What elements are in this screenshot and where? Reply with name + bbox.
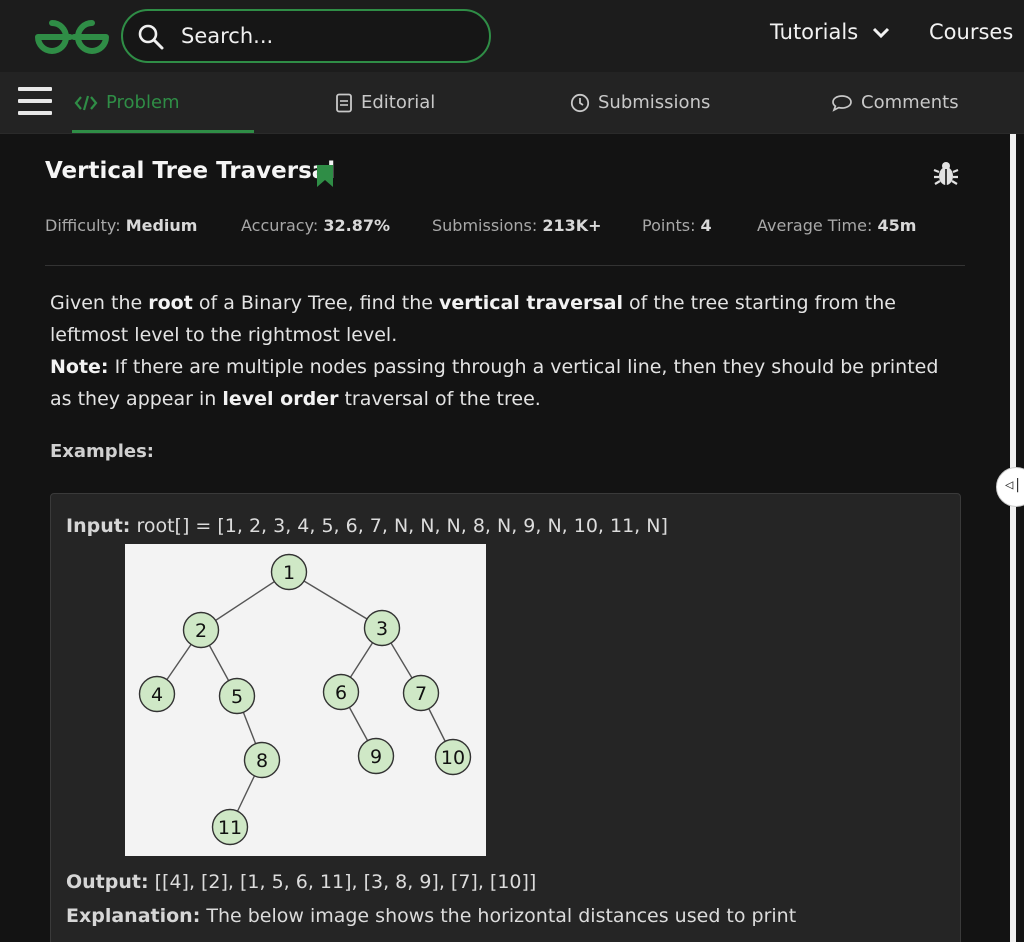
example-input: Input: root[] = [1, 2, 3, 4, 5, 6, 7, N,… bbox=[66, 515, 668, 537]
examples-heading: Examples: bbox=[50, 441, 154, 462]
nav-courses[interactable]: Courses bbox=[929, 20, 1013, 44]
meta-difficulty: Difficulty: Medium bbox=[45, 216, 198, 235]
tree-node: 4 bbox=[138, 675, 176, 713]
top-header: Search... Tutorials Courses bbox=[0, 0, 1024, 72]
code-icon bbox=[74, 95, 98, 110]
active-tab-indicator bbox=[72, 130, 254, 133]
tree-node: 3 bbox=[363, 609, 401, 647]
meta-points: Points: 4 bbox=[642, 216, 712, 235]
tab-comments-label: Comments bbox=[861, 92, 959, 113]
gfg-logo[interactable] bbox=[34, 18, 110, 56]
clock-icon bbox=[570, 93, 590, 112]
meta-accuracy: Accuracy: 32.87% bbox=[241, 216, 391, 235]
svg-text:6: 6 bbox=[335, 682, 347, 704]
search-box[interactable]: Search... bbox=[121, 9, 491, 63]
nav-courses-label: Courses bbox=[929, 20, 1014, 44]
problem-statement: Given the root of a Binary Tree, find th… bbox=[50, 292, 896, 346]
search-icon bbox=[138, 24, 164, 50]
chevron-down-icon bbox=[872, 27, 889, 39]
collapse-handle-icon[interactable]: ◁| bbox=[996, 467, 1024, 507]
search-input[interactable]: Search... bbox=[181, 24, 273, 48]
meta-average-time: Average Time: 45m bbox=[757, 216, 917, 235]
example-explanation: Explanation: The below image shows the h… bbox=[66, 905, 797, 927]
svg-text:3: 3 bbox=[376, 618, 388, 640]
tree-node: 6 bbox=[322, 673, 360, 711]
tab-comments[interactable]: Comments bbox=[831, 92, 959, 113]
hamburger-icon[interactable] bbox=[18, 87, 52, 117]
problem-title: Vertical Tree Traversal bbox=[45, 158, 336, 184]
tree-node: 1 bbox=[270, 553, 308, 591]
svg-text:4: 4 bbox=[151, 684, 163, 706]
tab-problem-label: Problem bbox=[106, 92, 180, 113]
example-output: Output: [[4], [2], [1, 5, 6, 11], [3, 8,… bbox=[66, 871, 537, 893]
tab-editorial[interactable]: Editorial bbox=[335, 92, 435, 113]
tree-node: 5 bbox=[218, 677, 256, 715]
bug-icon[interactable] bbox=[932, 160, 960, 188]
document-icon bbox=[336, 93, 352, 112]
svg-text:5: 5 bbox=[231, 686, 243, 708]
comment-icon bbox=[832, 94, 852, 112]
tree-node: 2 bbox=[182, 611, 220, 649]
tab-editorial-label: Editorial bbox=[361, 92, 436, 113]
tree-node: 7 bbox=[402, 674, 440, 712]
tree-node: 8 bbox=[243, 741, 281, 779]
svg-text:11: 11 bbox=[218, 817, 242, 839]
tree-node: 10 bbox=[434, 738, 472, 776]
bookmark-icon[interactable] bbox=[316, 164, 334, 188]
nav-tutorials-label: Tutorials bbox=[770, 20, 859, 44]
tree-node: 11 bbox=[211, 808, 249, 846]
svg-text:10: 10 bbox=[441, 747, 465, 769]
tab-submissions-label: Submissions bbox=[598, 92, 711, 113]
svg-text:9: 9 bbox=[370, 746, 382, 768]
problem-tabbar: Problem Editorial Submissions Comments bbox=[0, 72, 1024, 134]
panel-scrollbar[interactable] bbox=[1010, 134, 1016, 942]
divider bbox=[45, 265, 965, 266]
svg-text:2: 2 bbox=[195, 620, 207, 642]
meta-submissions: Submissions: 213K+ bbox=[432, 216, 602, 235]
svg-text:1: 1 bbox=[283, 562, 295, 584]
tab-problem[interactable]: Problem bbox=[74, 92, 180, 113]
example-tree-image: 1 2 3 4 5 6 7 8 9 10 11 bbox=[125, 544, 486, 856]
nav-tutorials[interactable]: Tutorials bbox=[770, 20, 891, 44]
problem-note: Note: If there are multiple nodes passin… bbox=[50, 356, 939, 410]
svg-text:7: 7 bbox=[415, 683, 427, 705]
example-box: Input: root[] = [1, 2, 3, 4, 5, 6, 7, N,… bbox=[50, 493, 961, 942]
tree-node: 9 bbox=[357, 737, 395, 775]
tab-submissions[interactable]: Submissions bbox=[570, 92, 710, 113]
svg-text:8: 8 bbox=[256, 750, 268, 772]
